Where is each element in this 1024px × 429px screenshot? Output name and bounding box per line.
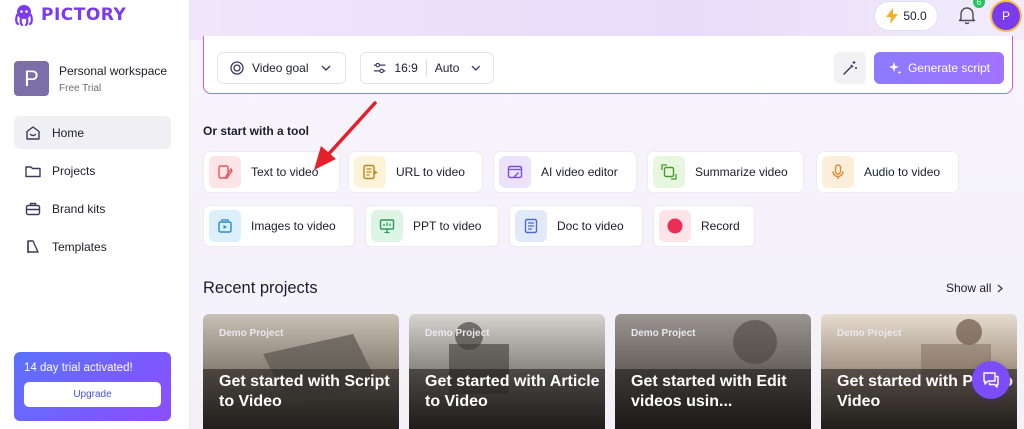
tool-label: Audio to video	[864, 165, 941, 179]
trial-text: 14 day trial activated!	[24, 362, 133, 374]
octopus-logo-icon	[15, 5, 33, 27]
generate-script-button[interactable]: Generate script	[874, 52, 1004, 84]
sidebar-item-label: Projects	[52, 163, 96, 178]
project-tag: Demo Project	[425, 328, 490, 339]
video-goal-dropdown[interactable]: Video goal	[217, 52, 346, 84]
doc-icon	[515, 210, 547, 242]
tool-ppt-to-video[interactable]: PPT to video	[365, 205, 499, 247]
chat-icon	[983, 372, 999, 388]
project-card[interactable]: Demo Project Get started with Script to …	[203, 314, 399, 429]
tool-text-to-video[interactable]: Text to video	[203, 151, 340, 193]
sliders-icon	[373, 62, 386, 74]
briefcase-icon	[25, 202, 41, 215]
sidebar-item-projects[interactable]: Projects	[14, 154, 171, 187]
aspect-duration-dropdown[interactable]: 16:9 Auto	[360, 52, 494, 84]
record-icon	[659, 210, 691, 242]
sidebar-item-label: Brand kits	[52, 201, 106, 216]
workspace-name: Personal workspace	[59, 63, 168, 78]
tools-section-label: Or start with a tool	[203, 124, 310, 138]
logo[interactable]: PICTORY	[12, 3, 126, 27]
tool-label: Doc to video	[557, 219, 624, 233]
trial-card: 14 day trial activated! Upgrade	[14, 352, 171, 421]
tool-label: Text to video	[251, 165, 319, 179]
show-all-label: Show all	[946, 281, 992, 295]
ppt-icon	[371, 210, 403, 242]
summarize-icon	[653, 156, 685, 188]
credits-badge[interactable]: 50.0	[874, 1, 938, 31]
upgrade-button[interactable]: Upgrade	[24, 382, 161, 407]
chevron-down-icon	[471, 65, 481, 71]
project-tag: Demo Project	[631, 328, 696, 339]
tool-label: Summarize video	[695, 165, 788, 179]
user-avatar[interactable]: P	[990, 0, 1022, 32]
project-tag: Demo Project	[219, 328, 284, 339]
recent-projects-title: Recent projects	[203, 279, 318, 297]
project-card[interactable]: Demo Project Get started with Edit video…	[615, 314, 811, 429]
url-video-icon	[354, 156, 386, 188]
microphone-icon	[822, 156, 854, 188]
aspect-ratio-label: 16:9	[394, 61, 418, 75]
project-title: Get started with Script to Video	[219, 373, 390, 410]
template-icon	[27, 239, 39, 253]
tool-images-to-video[interactable]: Images to video	[203, 205, 355, 247]
project-title: Get started with Article to Video	[425, 373, 600, 410]
tool-label: URL to video	[396, 165, 465, 179]
project-tag: Demo Project	[837, 328, 902, 339]
tool-url-to-video[interactable]: URL to video	[348, 151, 483, 193]
sidebar: PICTORY P Personal workspace Free Trial …	[0, 0, 190, 429]
sidebar-item-brand-kits[interactable]: Brand kits	[14, 192, 171, 225]
magic-wand-icon	[843, 61, 857, 75]
tool-summarize-video[interactable]: Summarize video	[647, 151, 804, 193]
chat-support-button[interactable]	[972, 361, 1010, 399]
tool-label: AI video editor	[541, 165, 618, 179]
images-video-icon	[209, 210, 241, 242]
generate-script-label: Generate script	[907, 61, 991, 75]
tool-record[interactable]: Record	[653, 205, 755, 247]
workspace-plan: Free Trial	[59, 82, 102, 94]
main-content: 50.0 6 P Video goal 16:9 Auto Generate s…	[190, 0, 1024, 429]
tool-doc-to-video[interactable]: Doc to video	[509, 205, 643, 247]
tool-audio-to-video[interactable]: Audio to video	[816, 151, 959, 193]
tool-ai-video-editor[interactable]: AI video editor	[493, 151, 637, 193]
tool-label: Images to video	[251, 219, 336, 233]
lightning-icon	[886, 8, 899, 24]
sidebar-nav: Home Projects Brand kits Templates	[14, 116, 171, 268]
folder-icon	[25, 165, 41, 177]
tool-label: PPT to video	[413, 219, 482, 233]
show-all-link[interactable]: Show all	[946, 281, 1004, 295]
home-icon	[26, 125, 40, 140]
script-prompt-box: Video goal 16:9 Auto Generate script	[203, 36, 1013, 94]
project-title: Get started with Edit videos usin...	[631, 373, 787, 410]
text-video-icon	[209, 156, 241, 188]
sidebar-item-label: Templates	[52, 239, 107, 254]
workspace-switcher[interactable]: P Personal workspace Free Trial	[14, 61, 167, 96]
ai-editor-icon	[499, 156, 531, 188]
project-card[interactable]: Demo Project Get started with Article to…	[409, 314, 605, 429]
sparkle-icon	[888, 62, 902, 75]
target-icon	[230, 61, 244, 75]
chevron-right-icon	[997, 284, 1004, 292]
sidebar-item-templates[interactable]: Templates	[14, 230, 171, 263]
video-goal-label: Video goal	[252, 61, 309, 75]
magic-wand-button[interactable]	[834, 52, 866, 84]
bell-icon[interactable]	[956, 4, 978, 26]
sidebar-item-home[interactable]: Home	[14, 116, 171, 149]
duration-label: Auto	[434, 61, 460, 75]
sidebar-item-label: Home	[52, 125, 85, 140]
chevron-down-icon	[321, 65, 330, 71]
credits-value: 50.0	[903, 9, 927, 23]
brand-name: PICTORY	[41, 5, 127, 25]
pill-separator	[425, 61, 427, 75]
tool-label: Record	[701, 219, 740, 233]
workspace-avatar: P	[14, 61, 49, 96]
